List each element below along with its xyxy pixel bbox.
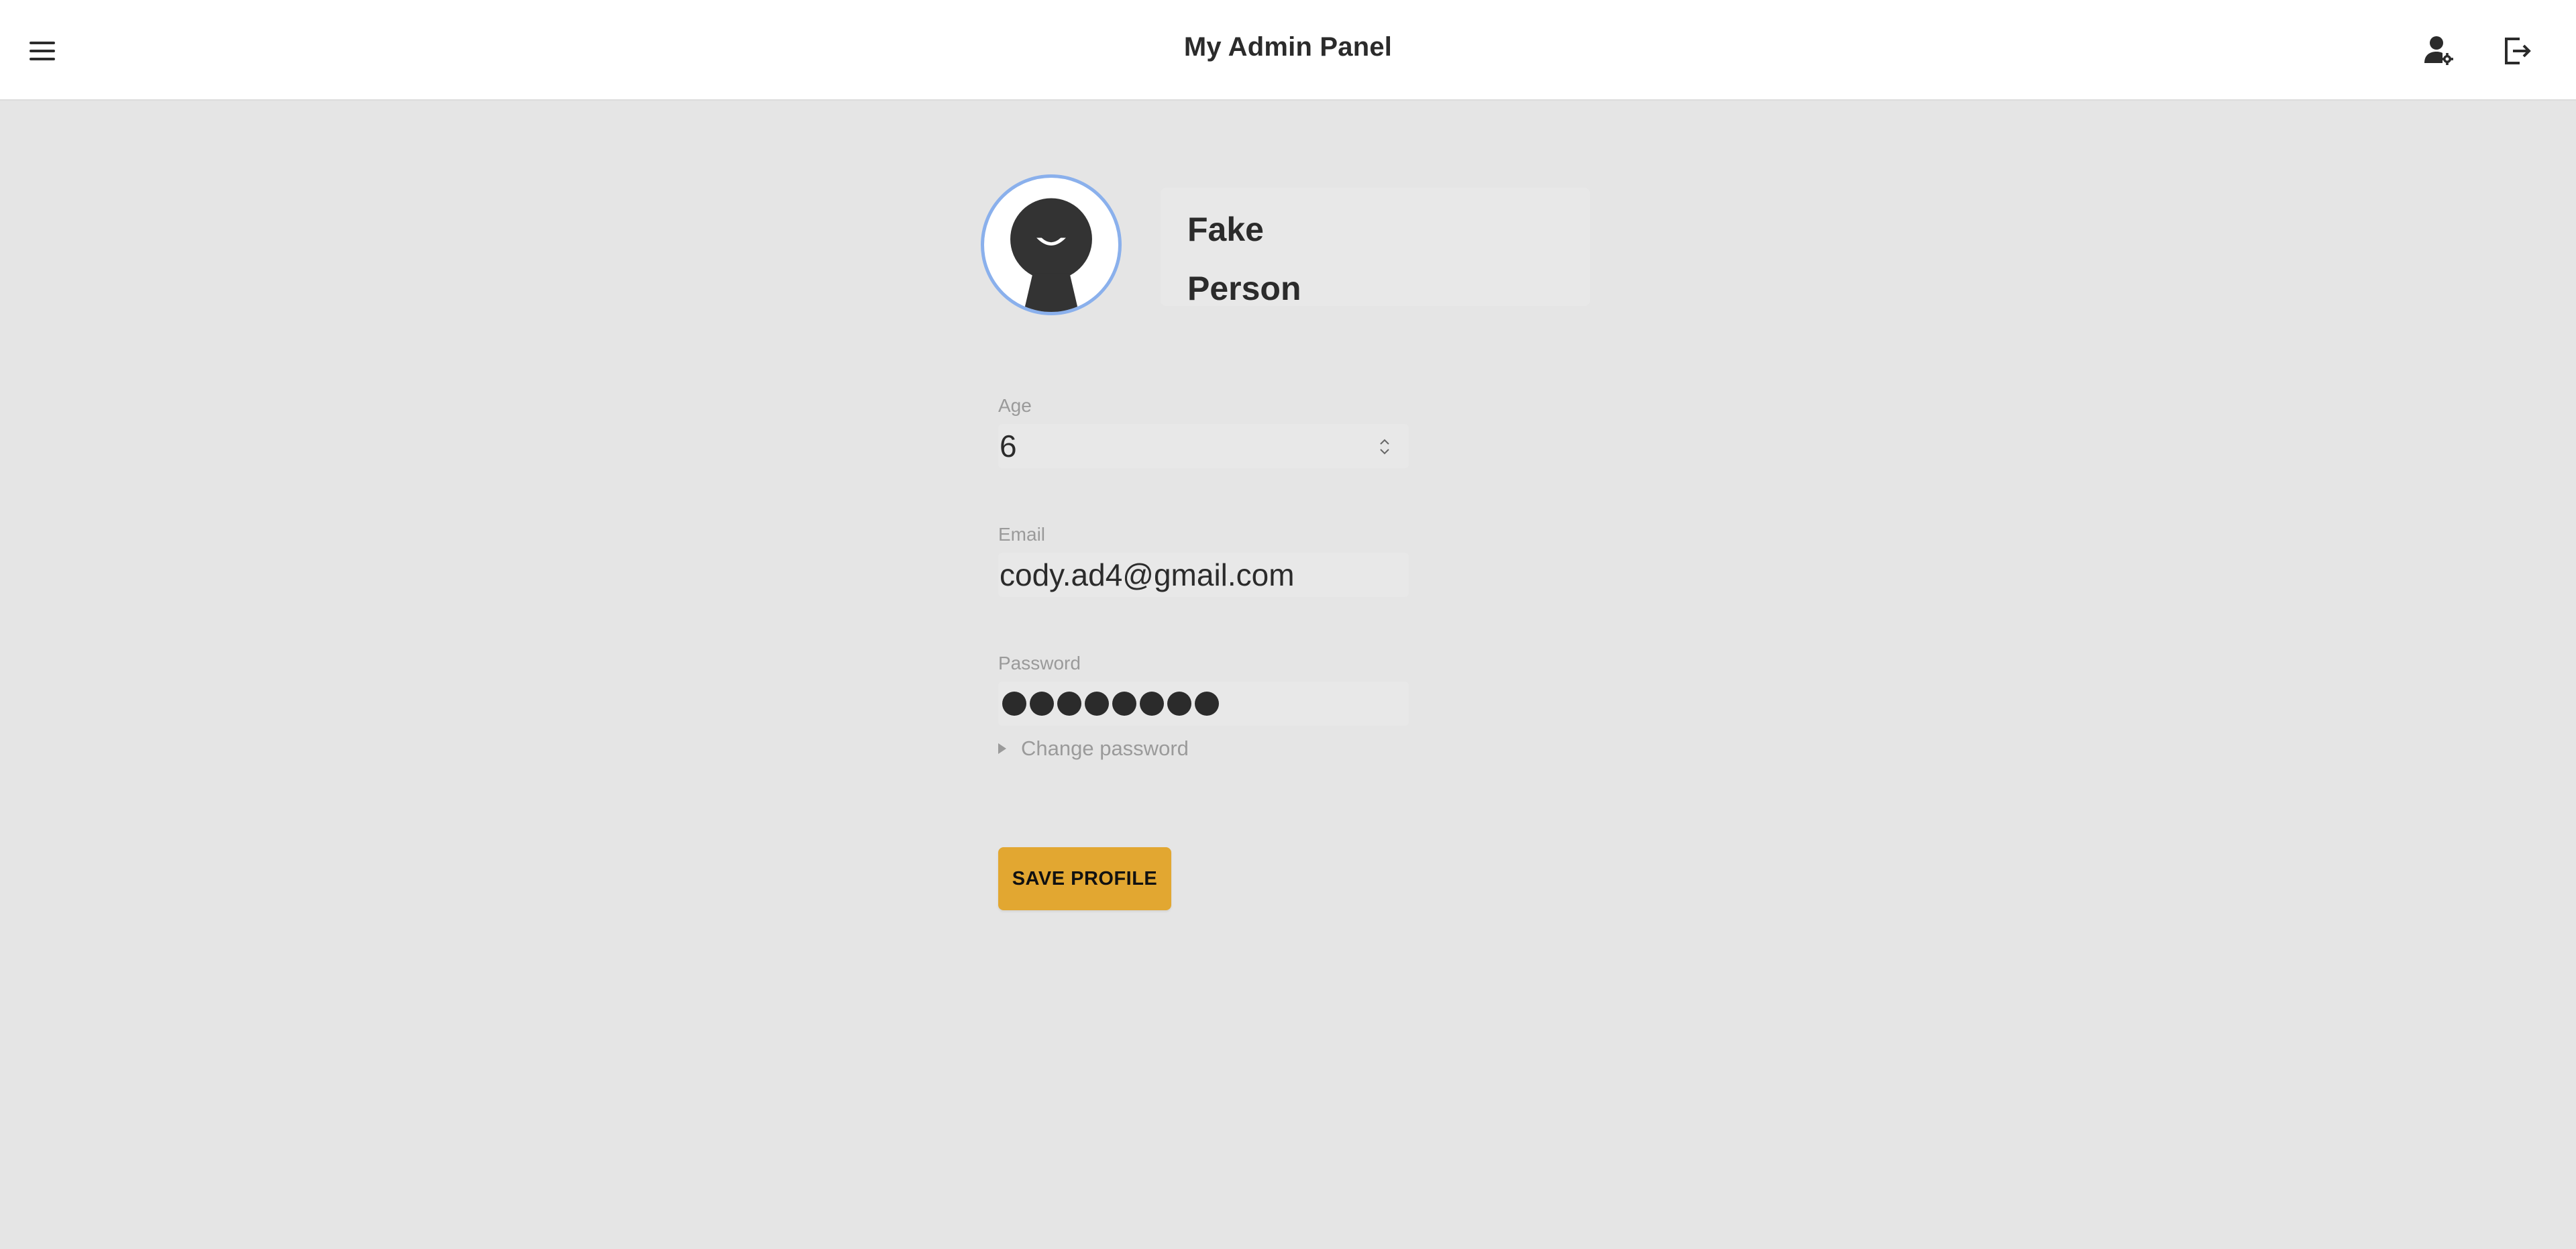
password-mask-dot (1057, 692, 1081, 716)
password-mask-dot (1140, 692, 1164, 716)
email-value: cody.ad4@gmail.com (1000, 557, 1295, 592)
password-mask-dot (1085, 692, 1109, 716)
last-name: Person (1187, 270, 1301, 307)
name-field[interactable]: Fake Person (1161, 188, 1590, 307)
email-field-group: Email cody.ad4@gmail.com (998, 523, 1409, 597)
password-mask-dot (1030, 692, 1054, 716)
password-mask-dot (1167, 692, 1191, 716)
age-value: 6 (1000, 429, 1017, 464)
age-field-group: Age 6 (998, 394, 1409, 468)
password-mask-dot (1112, 692, 1136, 716)
disclosure-triangle-icon (998, 743, 1006, 754)
save-profile-button[interactable]: SAVE PROFILE (998, 847, 1171, 910)
password-label: Password (998, 653, 1081, 673)
email-input[interactable]: cody.ad4@gmail.com (998, 553, 1409, 597)
number-stepper-icon[interactable] (1378, 436, 1391, 457)
age-label: Age (998, 395, 1032, 416)
profile-page: Fake Person Age 6 Email cody.ad4@gmail.c… (0, 101, 2576, 1249)
password-input[interactable] (998, 682, 1409, 726)
email-label: Email (998, 524, 1046, 545)
password-field-group: Password (998, 652, 1409, 726)
change-password-label: Change password (1021, 737, 1189, 760)
avatar-placeholder-icon (1010, 198, 1092, 312)
change-password-toggle[interactable]: Change password (998, 737, 1189, 761)
avatar[interactable] (981, 174, 1122, 315)
age-input[interactable]: 6 (998, 424, 1409, 468)
logout-icon[interactable] (2498, 32, 2536, 70)
password-mask-dot (1195, 692, 1219, 716)
top-app-bar: My Admin Panel (0, 0, 2576, 101)
first-name: Fake (1187, 211, 1264, 248)
password-mask (1000, 682, 1409, 726)
password-mask-dot (1002, 692, 1026, 716)
app-title: My Admin Panel (1183, 32, 1393, 62)
user-settings-icon[interactable] (2420, 32, 2458, 70)
